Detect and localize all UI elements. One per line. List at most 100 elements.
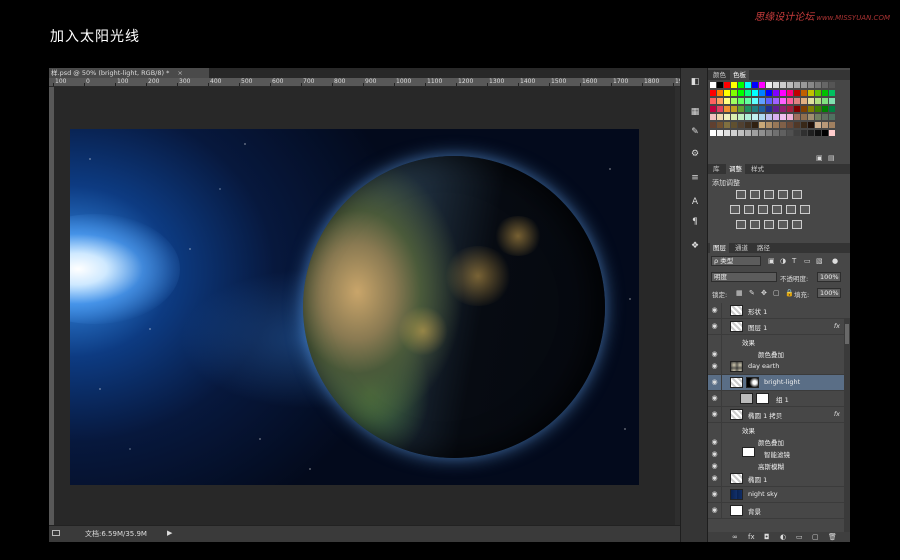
- color-swatch[interactable]: [745, 114, 751, 120]
- layers-scrollbar[interactable]: [844, 318, 850, 532]
- layer-row[interactable]: ◉ night sky: [708, 487, 844, 503]
- color-swatch[interactable]: [822, 106, 828, 112]
- folder-icon[interactable]: [740, 393, 753, 404]
- color-swatch[interactable]: [815, 122, 821, 128]
- eye-icon[interactable]: ◉: [710, 463, 719, 470]
- color-swatch[interactable]: [752, 130, 758, 136]
- threshold-icon[interactable]: [764, 220, 774, 229]
- color-swatch[interactable]: [780, 122, 786, 128]
- layer-effect-row[interactable]: ◉ 高斯模糊: [708, 459, 844, 471]
- color-swatch[interactable]: [787, 106, 793, 112]
- color-swatch[interactable]: [829, 90, 835, 96]
- export-icon[interactable]: [52, 530, 60, 536]
- color-swatch[interactable]: [752, 122, 758, 128]
- color-swatch[interactable]: [780, 98, 786, 104]
- color-swatch[interactable]: [829, 114, 835, 120]
- adjust-icon[interactable]: ⚙: [688, 148, 702, 160]
- color-swatch[interactable]: [738, 106, 744, 112]
- color-swatch[interactable]: [717, 106, 723, 112]
- color-swatch[interactable]: [801, 106, 807, 112]
- color-swatch[interactable]: [815, 82, 821, 88]
- color-swatch[interactable]: [724, 98, 730, 104]
- color-swatch[interactable]: [745, 106, 751, 112]
- eye-icon[interactable]: ◉: [710, 475, 719, 482]
- layer-row[interactable]: ◉ 图层 1 fx: [708, 319, 844, 335]
- layer-effect-row[interactable]: ◉ 智能滤镜: [708, 447, 844, 459]
- color-swatch[interactable]: [815, 130, 821, 136]
- color-swatch[interactable]: [738, 90, 744, 96]
- tab-color[interactable]: 颜色: [710, 70, 729, 80]
- color-swatch[interactable]: [780, 82, 786, 88]
- filter-type-icon[interactable]: T: [792, 257, 796, 265]
- color-swatch[interactable]: [759, 114, 765, 120]
- tab-library[interactable]: 库: [710, 164, 723, 174]
- color-swatch[interactable]: [738, 114, 744, 120]
- color-swatch[interactable]: [717, 130, 723, 136]
- filter-mask-thumbnail[interactable]: [742, 447, 755, 457]
- color-swatch[interactable]: [731, 122, 737, 128]
- color-swatch[interactable]: [808, 122, 814, 128]
- color-swatch[interactable]: [787, 122, 793, 128]
- fx-icon[interactable]: fx: [748, 533, 755, 541]
- color-swatch[interactable]: [731, 114, 737, 120]
- color-swatch[interactable]: [759, 130, 765, 136]
- tab-styles[interactable]: 样式: [748, 164, 767, 174]
- color-swatch[interactable]: [745, 130, 751, 136]
- color-swatch[interactable]: [794, 122, 800, 128]
- fx-icon[interactable]: fx: [834, 322, 840, 330]
- new-swatch-icon[interactable]: ▣: [816, 154, 823, 162]
- color-swatch[interactable]: [794, 90, 800, 96]
- color-swatch[interactable]: [724, 90, 730, 96]
- color-swatch[interactable]: [745, 122, 751, 128]
- color-swatch[interactable]: [766, 130, 772, 136]
- color-swatch[interactable]: [717, 90, 723, 96]
- layer-thumbnail[interactable]: [730, 505, 743, 516]
- layer-effect-row[interactable]: 效果: [708, 423, 844, 435]
- color-swatch[interactable]: [794, 82, 800, 88]
- color-swatch[interactable]: [773, 90, 779, 96]
- color-swatch[interactable]: [745, 82, 751, 88]
- group-mask-thumbnail[interactable]: [756, 393, 769, 404]
- eye-icon[interactable]: ◉: [710, 379, 719, 386]
- trash-icon[interactable]: 🗑: [828, 533, 837, 541]
- scroll-thumb[interactable]: [845, 324, 849, 344]
- color-swatch[interactable]: [794, 98, 800, 104]
- eye-icon[interactable]: ◉: [710, 507, 719, 514]
- close-icon[interactable]: ×: [177, 69, 182, 77]
- color-swatch[interactable]: [801, 130, 807, 136]
- color-swatch[interactable]: [801, 98, 807, 104]
- layer-row[interactable]: ◉ 椭圆 1 拷贝 fx: [708, 407, 844, 423]
- lock-all-icon[interactable]: 🔒: [785, 289, 794, 297]
- layer-row[interactable]: ◉ 组 1: [708, 391, 844, 407]
- color-swatch[interactable]: [759, 122, 765, 128]
- color-swatch[interactable]: [717, 98, 723, 104]
- paragraph-icon[interactable]: ¶: [688, 216, 702, 228]
- lock-position-icon[interactable]: ✥: [761, 289, 767, 297]
- color-swatch[interactable]: [738, 130, 744, 136]
- color-swatch[interactable]: [801, 82, 807, 88]
- color-swatch[interactable]: [724, 106, 730, 112]
- gradient-map-icon[interactable]: [778, 220, 788, 229]
- color-swatch[interactable]: [724, 114, 730, 120]
- color-swatch[interactable]: [773, 114, 779, 120]
- color-swatch[interactable]: [787, 114, 793, 120]
- color-swatch[interactable]: [752, 82, 758, 88]
- eye-icon[interactable]: ◉: [710, 439, 719, 446]
- tab-swatches[interactable]: 色板: [730, 70, 749, 80]
- color-swatch[interactable]: [766, 82, 772, 88]
- color-swatch[interactable]: [710, 130, 716, 136]
- color-swatch[interactable]: [822, 122, 828, 128]
- brightness-icon[interactable]: [736, 190, 746, 199]
- layer-row[interactable]: ◉ 形状 1: [708, 303, 844, 319]
- brush-icon[interactable]: ✎: [688, 126, 702, 138]
- color-swatch[interactable]: [794, 106, 800, 112]
- curves-icon[interactable]: [764, 190, 774, 199]
- color-swatch[interactable]: [808, 90, 814, 96]
- color-swatch[interactable]: [808, 82, 814, 88]
- layer-thumbnail[interactable]: [730, 409, 743, 420]
- color-swatch[interactable]: [766, 98, 772, 104]
- color-swatch[interactable]: [801, 114, 807, 120]
- color-swatch[interactable]: [780, 106, 786, 112]
- adjustment-icon[interactable]: ◐: [780, 533, 786, 541]
- color-balance-icon[interactable]: [744, 205, 754, 214]
